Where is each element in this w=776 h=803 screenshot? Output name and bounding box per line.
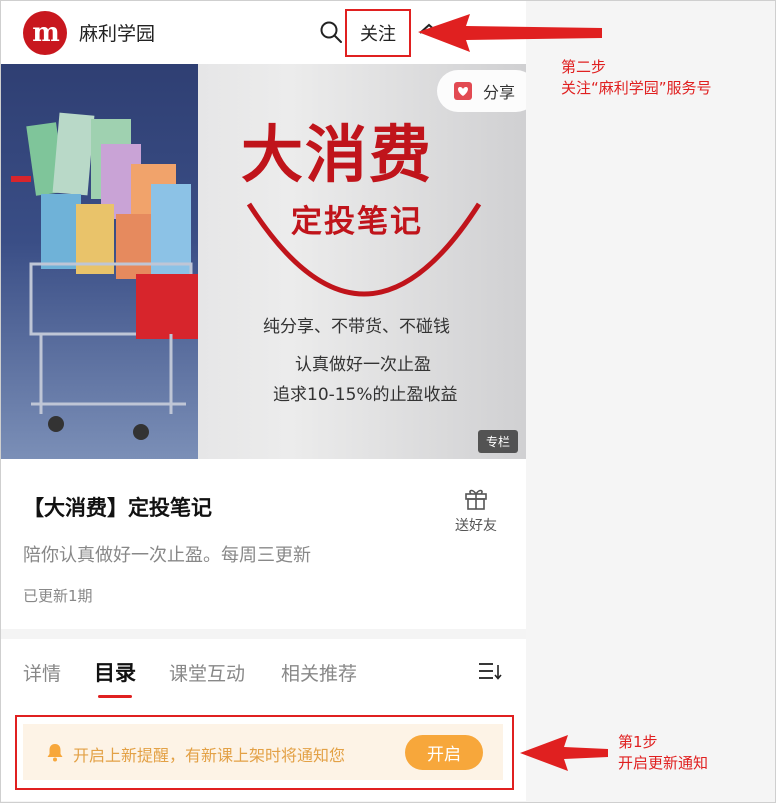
brand-name[interactable]: 麻利学园 <box>79 19 155 46</box>
annotation-step2-title: 第二步 <box>561 58 607 76</box>
course-banner: 大消费 定投笔记 纯分享、不带货、不碰钱 认真做好一次止盈 追求10-15%的止… <box>1 64 526 459</box>
search-icon[interactable] <box>319 20 343 44</box>
follow-button[interactable]: 关注 <box>345 9 411 57</box>
course-title: 【大消费】定投笔记 <box>23 496 212 520</box>
annotation-arrow-step2 <box>418 14 602 52</box>
course-description: 陪你认真做好一次止盈。每周三更新 <box>23 545 311 566</box>
section-divider <box>1 629 526 639</box>
gift-icon <box>465 489 487 510</box>
gift-to-friend-button[interactable]: 送好友 <box>451 485 501 535</box>
brand-logo[interactable]: m <box>23 11 67 55</box>
update-count: 已更新1期 <box>23 587 93 605</box>
annotation-arrow-step1 <box>520 735 608 771</box>
bell-icon <box>47 744 63 762</box>
tab-recommendations[interactable]: 相关推荐 <box>281 659 357 686</box>
annotation-step2: 第二步 关注“麻利学园”服务号 <box>561 57 712 99</box>
annotation-step2-text: 关注“麻利学园”服务号 <box>561 79 712 97</box>
tab-bar: 详情 目录 课堂互动 相关推荐 <box>1 639 526 701</box>
enable-reminder-button[interactable]: 开启 <box>405 735 483 770</box>
annotation-step1: 第1步 开启更新通知 <box>618 732 708 774</box>
phone-screen: m 麻利学园 关注 大消费 定投笔记 纯分享、不带货、不碰钱 认真做好一次止盈 … <box>1 1 526 801</box>
tab-list-menu-icon[interactable] <box>477 661 503 681</box>
tab-interaction[interactable]: 课堂互动 <box>169 659 245 686</box>
gift-label: 送好友 <box>455 518 497 534</box>
banner-title: 大消费 <box>241 118 434 191</box>
column-badge: 专栏 <box>478 430 519 453</box>
share-label: 分享 <box>483 83 516 102</box>
active-tab-indicator <box>98 695 132 698</box>
tab-details[interactable]: 详情 <box>23 659 61 686</box>
share-button[interactable]: 分享 <box>437 70 526 112</box>
banner-tagline-2: 认真做好一次止盈 <box>295 355 431 375</box>
reminder-text: 开启上新提醒，有新课上架时将通知您 <box>73 746 346 765</box>
share-icon <box>454 82 472 100</box>
banner-tagline-3: 追求10-15%的止盈收益 <box>273 385 458 405</box>
tab-catalog[interactable]: 目录 <box>94 657 136 687</box>
shopping-cart-money-image <box>1 64 201 459</box>
banner-subtitle: 定投笔记 <box>291 204 423 240</box>
annotation-step1-title: 第1步 <box>618 733 658 751</box>
banner-tagline-1: 纯分享、不带货、不碰钱 <box>263 317 450 337</box>
annotation-step1-text: 开启更新通知 <box>618 754 709 772</box>
update-reminder-bar: 开启上新提醒，有新课上架时将通知您 开启 <box>23 724 503 780</box>
